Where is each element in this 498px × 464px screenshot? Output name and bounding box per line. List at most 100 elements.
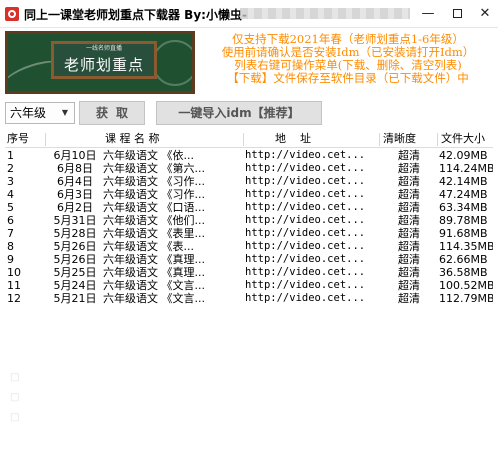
- fetch-button[interactable]: 获取: [79, 101, 145, 125]
- table-row[interactable]: 8 5月26日 六年级语文 《表... http://video.cet... 超清 11…: [5, 240, 493, 253]
- row-course-name: 六年级语文 《表...: [103, 240, 194, 253]
- info-line-4: 【下载】文件保存至软件目录（已下载文件）中: [227, 71, 469, 85]
- row-course-name: 六年级语文 《他们...: [103, 214, 205, 227]
- row-clarity: 超清: [398, 201, 420, 214]
- table-row[interactable]: 7 5月28日 六年级语文 《表里... http://video.cet... 超清 9…: [5, 227, 493, 240]
- column-header-index[interactable]: 序号: [7, 130, 43, 148]
- column-header-file-size[interactable]: 文件大小: [441, 130, 493, 148]
- row-index: 11: [7, 279, 21, 292]
- info-notice: 仅支持下载2021年春（老师划重点1-6年级） 使用前请确认是否安装Idm（已安…: [200, 33, 496, 85]
- background-artifact: □: [10, 372, 20, 383]
- row-address: http://video.cet...: [245, 201, 366, 213]
- row-index: 1: [7, 149, 14, 162]
- row-file-size: 114.24MB: [439, 162, 493, 175]
- redacted-title-area: [240, 8, 410, 19]
- row-file-size: 112.79MB: [439, 292, 493, 305]
- grade-select[interactable]: 六年级 ▼: [5, 102, 75, 124]
- row-file-size: 91.68MB: [439, 227, 488, 240]
- row-index: 4: [7, 188, 14, 201]
- table-row[interactable]: 6 5月31日 六年级语文 《他们... http://video.cet... 超清 8…: [5, 214, 493, 227]
- row-course-name: 六年级语文 《依...: [103, 149, 194, 162]
- row-date: 5月24日: [53, 279, 97, 292]
- minimize-button[interactable]: —: [418, 4, 438, 24]
- row-index: 2: [7, 162, 14, 175]
- maximize-button[interactable]: [447, 4, 467, 24]
- row-file-size: 42.14MB: [439, 175, 488, 188]
- row-file-size: 47.24MB: [439, 188, 488, 201]
- row-date: 5月26日: [53, 253, 97, 266]
- banner-image: 一线名师直播 老师划重点: [5, 31, 195, 94]
- table-row[interactable]: 3 6月4日 六年级语文 《习作... http://video.cet... 超清 42…: [5, 175, 493, 188]
- table-row[interactable]: 1 6月10日 六年级语文 《依... http://video.cet... 超清 42…: [5, 149, 493, 162]
- table-row[interactable]: 11 5月24日 六年级语文 《文言... http://video.cet... 超清…: [5, 279, 493, 292]
- row-course-name: 六年级语文 《口语...: [103, 201, 205, 214]
- row-address: http://video.cet...: [245, 240, 366, 252]
- row-clarity: 超清: [398, 214, 420, 227]
- row-index: 10: [7, 266, 21, 279]
- row-date: 6月8日: [57, 162, 93, 175]
- row-clarity: 超清: [398, 188, 420, 201]
- column-divider: [243, 133, 244, 146]
- row-address: http://video.cet...: [245, 292, 366, 304]
- background-artifact: □: [10, 412, 20, 423]
- table-row[interactable]: 5 6月2日 六年级语文 《口语... http://video.cet... 超清 63…: [5, 201, 493, 214]
- row-date: 6月4日: [57, 175, 93, 188]
- close-button[interactable]: ✕: [475, 4, 495, 24]
- row-address: http://video.cet...: [245, 279, 366, 291]
- row-index: 9: [7, 253, 14, 266]
- import-idm-button[interactable]: 一键导入idm【推荐】: [156, 101, 322, 125]
- column-header-address[interactable]: 地 址: [275, 130, 355, 148]
- row-date: 5月25日: [53, 266, 97, 279]
- row-address: http://video.cet...: [245, 253, 366, 265]
- row-course-name: 六年级语文 《第六...: [103, 162, 205, 175]
- banner-decoration: [152, 40, 192, 86]
- row-index: 8: [7, 240, 14, 253]
- row-file-size: 63.34MB: [439, 201, 488, 214]
- row-clarity: 超清: [398, 253, 420, 266]
- table-row[interactable]: 10 5月25日 六年级语文 《真理... http://video.cet... 超清…: [5, 266, 493, 279]
- row-date: 5月26日: [53, 240, 97, 253]
- row-index: 12: [7, 292, 21, 305]
- banner-caption: 一线名师直播: [85, 45, 122, 52]
- row-clarity: 超清: [398, 240, 420, 253]
- window-title: 同上一课堂老师划重点下载器 By:小懒虫-: [24, 8, 247, 22]
- row-clarity: 超清: [398, 266, 420, 279]
- row-address: http://video.cet...: [245, 175, 366, 187]
- title-bar: 同上一课堂老师划重点下载器 By:小懒虫- — ✕: [0, 0, 498, 28]
- row-file-size: 42.09MB: [439, 149, 488, 162]
- maximize-icon: [452, 9, 462, 18]
- lesson-table[interactable]: 序号 课 程 名 称 地 址 清晰度 文件大小 1 6月10日 六年级语文 《依..…: [5, 130, 493, 460]
- row-course-name: 六年级语文 《文言...: [103, 292, 205, 305]
- column-header-course-name[interactable]: 课 程 名 称: [105, 130, 215, 148]
- table-row[interactable]: 4 6月3日 六年级语文 《习作... http://video.cet... 超清 47…: [5, 188, 493, 201]
- chevron-down-icon: ▼: [61, 108, 69, 117]
- row-course-name: 六年级语文 《习作...: [103, 175, 205, 188]
- row-address: http://video.cet...: [245, 214, 366, 226]
- column-divider: [45, 133, 46, 146]
- column-divider: [379, 133, 380, 146]
- row-course-name: 六年级语文 《表里...: [103, 227, 205, 240]
- row-course-name: 六年级语文 《习作...: [103, 188, 205, 201]
- grade-select-value: 六年级: [10, 106, 47, 120]
- row-file-size: 89.78MB: [439, 214, 488, 227]
- row-file-size: 36.58MB: [439, 266, 488, 279]
- column-header-clarity[interactable]: 清晰度: [383, 130, 435, 148]
- row-course-name: 六年级语文 《真理...: [103, 253, 205, 266]
- table-row[interactable]: 9 5月26日 六年级语文 《真理... http://video.cet... 超清 6…: [5, 253, 493, 266]
- background-artifact: □: [10, 392, 20, 403]
- row-file-size: 100.52MB: [439, 279, 493, 292]
- row-file-size: 114.35MB: [439, 240, 493, 253]
- row-course-name: 六年级语文 《文言...: [103, 279, 205, 292]
- row-index: 7: [7, 227, 14, 240]
- row-clarity: 超清: [398, 175, 420, 188]
- app-icon: [5, 7, 19, 21]
- row-address: http://video.cet...: [245, 149, 366, 161]
- table-row[interactable]: 2 6月8日 六年级语文 《第六... http://video.cet... 超清 11…: [5, 162, 493, 175]
- table-row[interactable]: 12 5月21日 六年级语文 《文言... http://video.cet... 超清…: [5, 292, 493, 305]
- row-address: http://video.cet...: [245, 162, 366, 174]
- blackboard: 一线名师直播 老师划重点: [51, 41, 157, 79]
- row-address: http://video.cet...: [245, 266, 366, 278]
- row-address: http://video.cet...: [245, 227, 366, 239]
- row-date: 5月21日: [53, 292, 97, 305]
- row-date: 6月2日: [57, 201, 93, 214]
